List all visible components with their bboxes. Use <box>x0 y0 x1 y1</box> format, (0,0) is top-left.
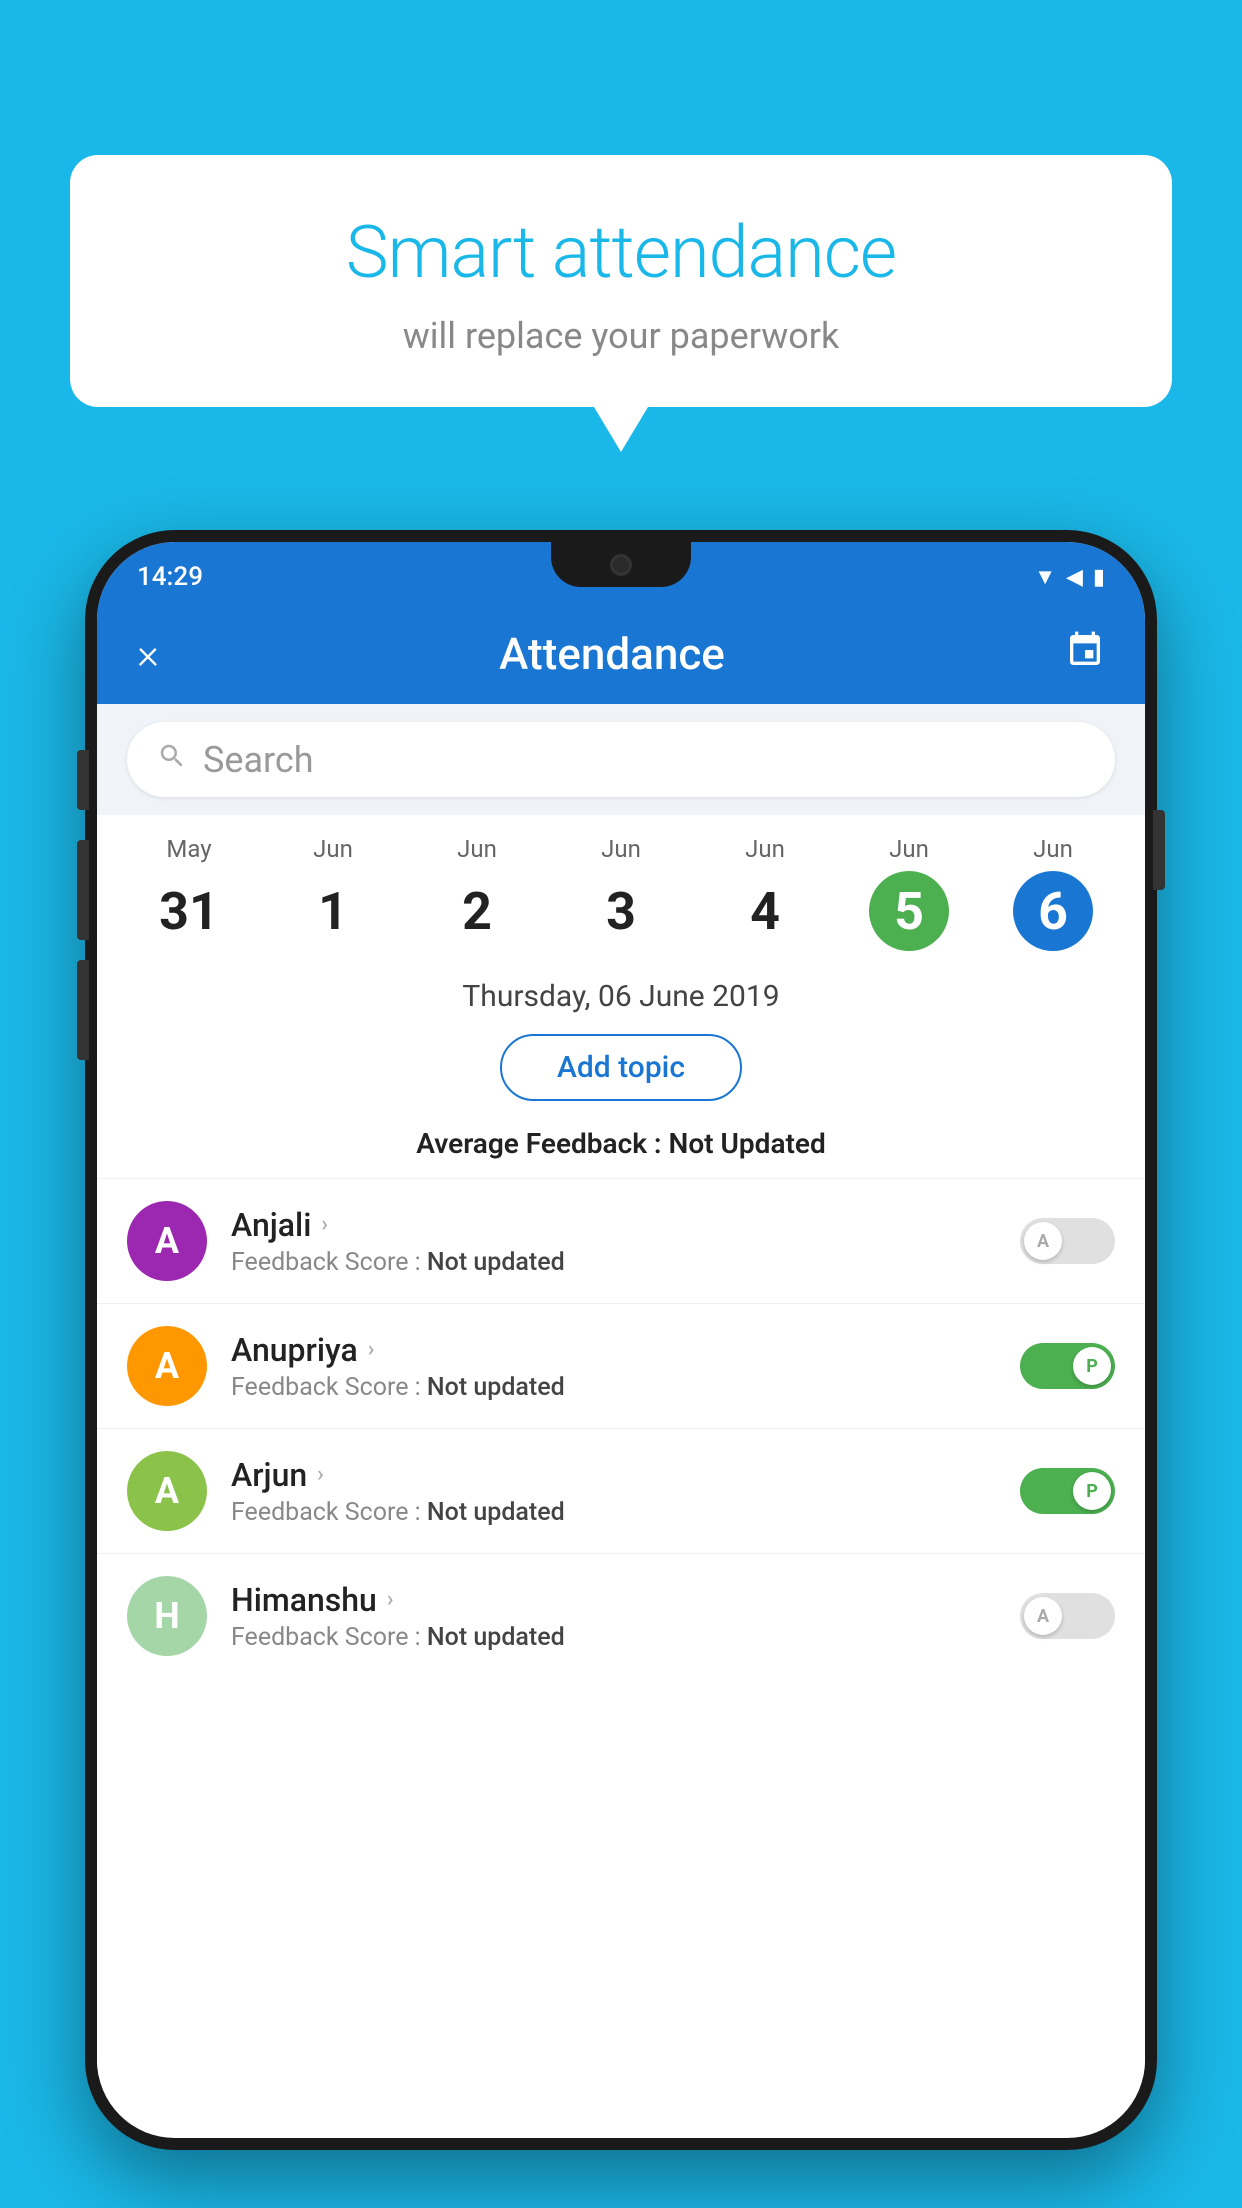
attendance-toggle[interactable]: A <box>1020 1218 1115 1264</box>
student-name: Anupriya › <box>231 1331 996 1369</box>
student-avatar: A <box>127 1451 207 1531</box>
phone-container: 14:29 ▼ ◀ ▮ × Attendance <box>85 530 1157 2208</box>
phone-screen: 14:29 ▼ ◀ ▮ × Attendance <box>97 542 1145 2138</box>
battery-icon: ▮ <box>1093 565 1105 590</box>
speech-bubble-container: Smart attendance will replace your paper… <box>70 155 1172 407</box>
cal-day-number[interactable]: 6 <box>1013 871 1093 951</box>
toggle-knob: P <box>1073 1472 1111 1510</box>
add-topic-section: Add topic <box>97 1024 1145 1117</box>
calendar-day[interactable]: Jun 2 <box>405 835 549 951</box>
volume-down-button <box>77 840 89 940</box>
add-topic-button[interactable]: Add topic <box>500 1034 742 1101</box>
bubble-subtitle: will replace your paperwork <box>130 315 1112 357</box>
cal-month-label: May <box>166 835 211 863</box>
bubble-title: Smart attendance <box>130 210 1112 295</box>
cal-day-number[interactable]: 4 <box>725 871 805 951</box>
cal-month-label: Jun <box>1033 835 1073 863</box>
avg-feedback: Average Feedback : Not Updated <box>97 1117 1145 1178</box>
student-feedback-score: Feedback Score : Not updated <box>231 1248 996 1277</box>
student-avatar: A <box>127 1201 207 1281</box>
chevron-right-icon: › <box>321 1212 328 1237</box>
student-info: Anupriya › Feedback Score : Not updated <box>231 1331 996 1402</box>
calendar-day[interactable]: Jun 5 <box>837 835 981 951</box>
cal-month-label: Jun <box>745 835 785 863</box>
avg-feedback-label: Average Feedback : <box>416 1127 661 1160</box>
avg-feedback-value: Not Updated <box>669 1127 826 1160</box>
silent-button <box>77 960 89 1060</box>
calendar-day[interactable]: Jun 3 <box>549 835 693 951</box>
student-info: Himanshu › Feedback Score : Not updated <box>231 1581 996 1652</box>
cal-month-label: Jun <box>889 835 929 863</box>
student-feedback-score: Feedback Score : Not updated <box>231 1623 996 1652</box>
cal-month-label: Jun <box>457 835 497 863</box>
screen-content: 14:29 ▼ ◀ ▮ × Attendance <box>97 542 1145 2076</box>
student-item[interactable]: H Himanshu › Feedback Score : Not updated A <box>97 1553 1145 1678</box>
calendar-icon[interactable] <box>1065 630 1105 679</box>
student-list: AAnjali ›Feedback Score : Not updatedAAA… <box>97 1178 1145 2076</box>
student-avatar: A <box>127 1326 207 1406</box>
cal-day-number[interactable]: 3 <box>581 871 661 951</box>
student-avatar: H <box>127 1576 207 1656</box>
wifi-icon: ▼ <box>1034 564 1056 590</box>
attendance-toggle[interactable]: P <box>1020 1468 1115 1514</box>
student-info: Arjun › Feedback Score : Not updated <box>231 1456 996 1527</box>
search-bar[interactable]: Search <box>127 722 1115 797</box>
search-container: Search <box>97 704 1145 815</box>
toggle-knob: A <box>1024 1222 1062 1260</box>
student-name: Arjun › <box>231 1456 996 1494</box>
chevron-right-icon: › <box>387 1587 394 1612</box>
search-icon <box>157 741 187 779</box>
toggle-knob: P <box>1073 1347 1111 1385</box>
cal-month-label: Jun <box>601 835 641 863</box>
calendar-day[interactable]: May 31 <box>117 835 261 951</box>
cal-month-label: Jun <box>313 835 353 863</box>
speech-bubble: Smart attendance will replace your paper… <box>70 155 1172 407</box>
toggle-knob: A <box>1024 1597 1062 1635</box>
phone-frame: 14:29 ▼ ◀ ▮ × Attendance <box>85 530 1157 2150</box>
calendar-day[interactable]: Jun 6 <box>981 835 1125 951</box>
chevron-right-icon: › <box>317 1462 324 1487</box>
student-feedback-score: Feedback Score : Not updated <box>231 1373 996 1402</box>
power-button <box>1153 810 1165 890</box>
volume-up-button <box>77 750 89 810</box>
cal-day-number[interactable]: 1 <box>293 871 373 951</box>
student-name: Himanshu › <box>231 1581 996 1619</box>
cal-day-number[interactable]: 2 <box>437 871 517 951</box>
status-icons: ▼ ◀ ▮ <box>1034 564 1105 590</box>
app-header: × Attendance <box>97 604 1145 704</box>
selected-date-label: Thursday, 06 June 2019 <box>97 961 1145 1024</box>
chevron-right-icon: › <box>368 1337 375 1362</box>
calendar-day[interactable]: Jun 4 <box>693 835 837 951</box>
cal-day-number[interactable]: 5 <box>869 871 949 951</box>
header-title: Attendance <box>499 628 725 680</box>
student-item[interactable]: A Arjun › Feedback Score : Not updated P <box>97 1428 1145 1553</box>
student-name: Anjali › <box>231 1206 996 1244</box>
student-item[interactable]: A Anupriya › Feedback Score : Not updated P <box>97 1303 1145 1428</box>
attendance-toggle[interactable]: P <box>1020 1343 1115 1389</box>
attendance-toggle[interactable]: A <box>1020 1593 1115 1639</box>
calendar-strip: May 31 Jun 1 Jun 2 Jun 3 Jun 4 Jun 5 Jun 6 <box>97 815 1145 961</box>
status-time: 14:29 <box>137 562 203 592</box>
student-feedback-score: Feedback Score : Not updated <box>231 1498 996 1527</box>
student-info: Anjali › Feedback Score : Not updated <box>231 1206 996 1277</box>
signal-icon: ◀ <box>1066 565 1083 590</box>
student-item[interactable]: A Anjali › Feedback Score : Not updated A <box>97 1178 1145 1303</box>
search-input[interactable]: Search <box>203 739 1085 781</box>
close-button[interactable]: × <box>137 630 159 679</box>
calendar-day[interactable]: Jun 1 <box>261 835 405 951</box>
notch <box>551 542 691 587</box>
camera <box>610 554 632 576</box>
cal-day-number[interactable]: 31 <box>149 871 229 951</box>
